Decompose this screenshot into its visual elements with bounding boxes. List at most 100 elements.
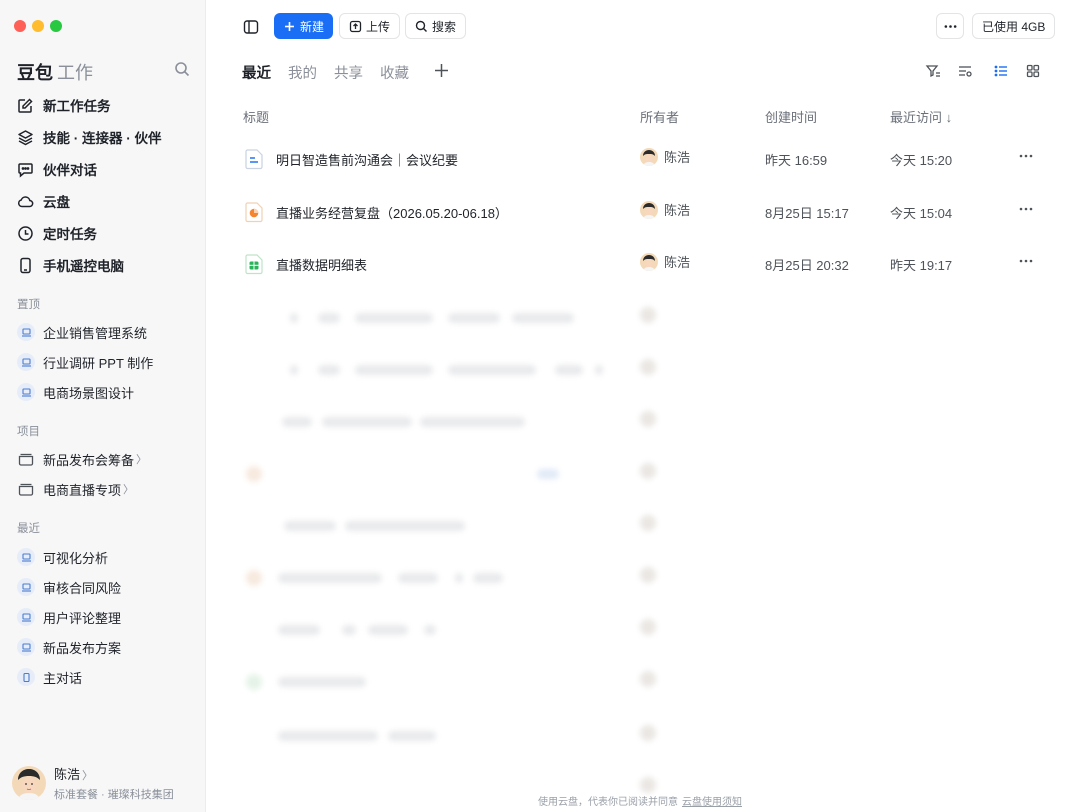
column-owner[interactable]: 所有者 xyxy=(640,107,679,126)
search-button[interactable]: 搜索 xyxy=(405,13,467,39)
recent-item[interactable]: 新品发布方案 xyxy=(17,636,121,658)
recent-item-label: 主对话 xyxy=(43,670,83,686)
pinned-item[interactable]: 电商场景图设计 xyxy=(17,381,134,403)
column-title[interactable]: 标题 xyxy=(243,107,269,126)
search-icon xyxy=(415,20,427,32)
recent-item[interactable]: 用户评论整理 xyxy=(17,606,121,628)
tab-bar: 最近 我的 共享 收藏 xyxy=(242,62,409,83)
row-title: 直播业务经营复盘（2026.05.20-06.18） xyxy=(276,206,508,221)
pinned-item-label: 行业调研 PPT 制作 xyxy=(43,355,154,371)
upload-button-label: 上传 xyxy=(366,19,391,34)
phone-icon xyxy=(17,668,35,686)
close-window-button[interactable] xyxy=(14,20,26,32)
table-row[interactable]: 直播数据明细表 陈浩 8月25日 20:32 昨天 19:17 xyxy=(236,239,1046,291)
avatar xyxy=(640,147,658,166)
tab-shared[interactable]: 共享 xyxy=(334,62,363,83)
chat-icon xyxy=(18,162,33,178)
table-row[interactable]: 明日智造售前沟通会｜会议纪要 陈浩 昨天 16:59 今天 15:20 xyxy=(236,134,1046,186)
doc-icon xyxy=(245,149,263,170)
sort-settings-icon[interactable] xyxy=(957,63,973,79)
slides-icon xyxy=(245,202,263,223)
project-item-label: 电商直播专项 xyxy=(43,482,122,498)
table-row[interactable]: 直播业务经营复盘（2026.05.20-06.18） 陈浩 8月25日 15:1… xyxy=(236,187,1046,239)
row-owner: 陈浩 xyxy=(640,252,690,271)
app-brand: 豆包 工作 xyxy=(17,59,93,85)
recent-item[interactable]: 可视化分析 xyxy=(17,546,108,568)
recent-item[interactable]: 主对话 xyxy=(17,666,82,688)
grid-view-icon[interactable] xyxy=(1025,63,1041,79)
user-profile[interactable]: 陈浩〉 标准套餐 · 璀璨科技集团 xyxy=(12,764,174,802)
nav-partner-chat[interactable]: 伙伴对话 xyxy=(17,158,97,180)
row-more-icon[interactable] xyxy=(1018,258,1034,264)
nav-label: 新工作任务 xyxy=(43,99,111,114)
nav-label: 定时任务 xyxy=(43,227,97,242)
layers-icon xyxy=(18,129,33,145)
maximize-window-button[interactable] xyxy=(50,20,62,32)
folder-icon xyxy=(18,453,34,466)
storage-usage-badge[interactable]: 已使用 4GB xyxy=(972,13,1056,39)
phone-icon xyxy=(20,257,31,273)
search-button-label: 搜索 xyxy=(432,19,457,34)
minimize-window-button[interactable] xyxy=(32,20,44,32)
row-owner-name: 陈浩 xyxy=(664,150,691,165)
nav-scheduled-tasks[interactable]: 定时任务 xyxy=(17,222,97,244)
nav-new-task[interactable]: 新工作任务 xyxy=(17,94,111,116)
brand-sub: 工作 xyxy=(57,63,93,83)
more-options-button[interactable] xyxy=(936,13,964,39)
new-button-label: 新建 xyxy=(300,19,325,34)
laptop-icon xyxy=(17,383,35,401)
chevron-right-icon: 〉 xyxy=(123,484,135,496)
project-item[interactable]: 新品发布会筹备〉 xyxy=(17,448,147,470)
upload-icon xyxy=(349,20,362,32)
recent-item[interactable]: 审核合同风险 xyxy=(17,576,121,598)
nav-skills[interactable]: 技能 · 连接器 · 伙伴 xyxy=(17,126,162,148)
tab-favorites[interactable]: 收藏 xyxy=(380,62,409,83)
upload-button[interactable]: 上传 xyxy=(339,13,401,39)
nav-label: 伙伴对话 xyxy=(43,163,97,178)
more-icon xyxy=(944,24,956,28)
row-owner: 陈浩 xyxy=(640,200,690,219)
section-pinned: 置顶 xyxy=(17,299,40,311)
filter-icon[interactable] xyxy=(925,63,941,79)
laptop-icon xyxy=(17,638,35,656)
pinned-item-label: 企业销售管理系统 xyxy=(43,325,148,341)
row-title: 明日智造售前沟通会｜会议纪要 xyxy=(276,153,459,168)
terms-link[interactable]: 云盘使用须知 xyxy=(682,797,742,808)
nav-phone-remote[interactable]: 手机遥控电脑 xyxy=(17,254,124,276)
search-icon[interactable] xyxy=(174,61,190,77)
column-last-visited[interactable]: 最近访问 ↓ xyxy=(890,107,952,126)
plus-icon xyxy=(285,21,294,31)
recent-item-label: 用户评论整理 xyxy=(43,610,122,626)
laptop-icon xyxy=(17,323,35,341)
avatar xyxy=(640,252,658,271)
user-plan: 标准套餐 · 璀璨科技集团 xyxy=(54,789,174,801)
add-tab-icon[interactable] xyxy=(433,62,450,79)
list-view-icon[interactable] xyxy=(993,63,1009,79)
row-title: 直播数据明细表 xyxy=(276,258,368,273)
row-visited: 昨天 19:17 xyxy=(890,258,953,273)
nav-label: 技能 · 连接器 · 伙伴 xyxy=(43,131,162,146)
row-more-icon[interactable] xyxy=(1018,153,1034,159)
sheet-icon xyxy=(245,254,263,275)
sidebar-toggle-icon[interactable] xyxy=(242,18,259,35)
pinned-item[interactable]: 企业销售管理系统 xyxy=(17,321,147,343)
chevron-right-icon: 〉 xyxy=(82,770,94,782)
tab-recent[interactable]: 最近 xyxy=(242,62,271,83)
row-more-icon[interactable] xyxy=(1018,206,1034,212)
section-projects: 项目 xyxy=(17,426,40,438)
column-created[interactable]: 创建时间 xyxy=(765,107,817,126)
avatar xyxy=(12,766,46,800)
folder-icon xyxy=(18,483,34,496)
row-owner: 陈浩 xyxy=(640,147,690,166)
window-controls xyxy=(14,20,62,32)
row-owner-name: 陈浩 xyxy=(664,255,691,270)
cloud-icon xyxy=(17,195,34,207)
project-item[interactable]: 电商直播专项〉 xyxy=(17,478,134,500)
tab-mine[interactable]: 我的 xyxy=(288,62,317,83)
section-recent: 最近 xyxy=(17,523,40,535)
new-button[interactable]: 新建 xyxy=(274,13,334,39)
user-name: 陈浩 xyxy=(54,767,81,782)
nav-cloud-drive[interactable]: 云盘 xyxy=(17,190,70,212)
row-visited: 今天 15:20 xyxy=(890,153,953,168)
pinned-item[interactable]: 行业调研 PPT 制作 xyxy=(17,351,153,373)
